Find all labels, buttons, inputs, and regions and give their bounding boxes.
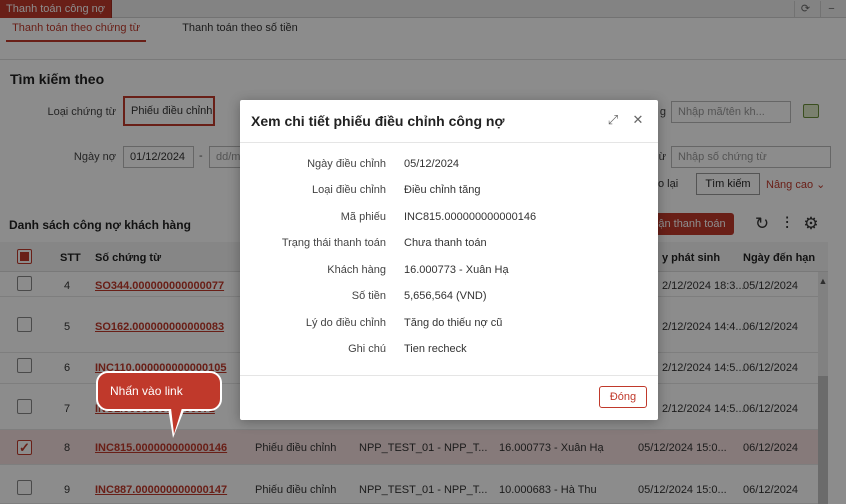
callout-pointer-inner xyxy=(171,408,182,434)
field-value-customer: 16.000773 - Xuân Hạ xyxy=(404,264,509,276)
field-label-amount: Số tiền xyxy=(351,290,386,302)
expand-icon[interactable]: ⤢ xyxy=(604,111,622,129)
field-label-note: Ghi chú xyxy=(348,343,386,355)
field-label-adjust-type: Loại điều chỉnh xyxy=(311,184,386,196)
field-value-date: 05/12/2024 xyxy=(404,158,460,170)
field-value-code: INC815.000000000000146 xyxy=(404,211,537,223)
field-label-status: Trạng thái thanh toán xyxy=(281,237,386,249)
field-label-code: Mã phiếu xyxy=(340,211,386,223)
field-value-note: Tien recheck xyxy=(404,343,467,355)
modal-title: Xem chi tiết phiếu điều chỉnh công nợ xyxy=(251,113,505,129)
field-value-reason: Tăng do thiếu nợ cũ xyxy=(404,317,503,329)
field-value-adjust-type: Điều chỉnh tăng xyxy=(404,184,481,196)
close-button[interactable]: Đóng xyxy=(599,386,647,408)
field-label-date: Ngày điều chỉnh xyxy=(307,158,386,170)
close-icon[interactable]: ✕ xyxy=(629,111,647,129)
field-label-reason: Lý do điều chỉnh xyxy=(305,317,386,329)
detail-modal: Xem chi tiết phiếu điều chỉnh công nợ ⤢ … xyxy=(240,100,658,420)
field-label-customer: Khách hàng xyxy=(327,264,386,276)
field-value-status: Chưa thanh toán xyxy=(404,237,487,249)
modal-footer xyxy=(240,375,658,420)
callout-bubble: Nhấn vào link xyxy=(96,371,222,411)
field-value-amount: 5,656,564 (VND) xyxy=(404,290,487,302)
